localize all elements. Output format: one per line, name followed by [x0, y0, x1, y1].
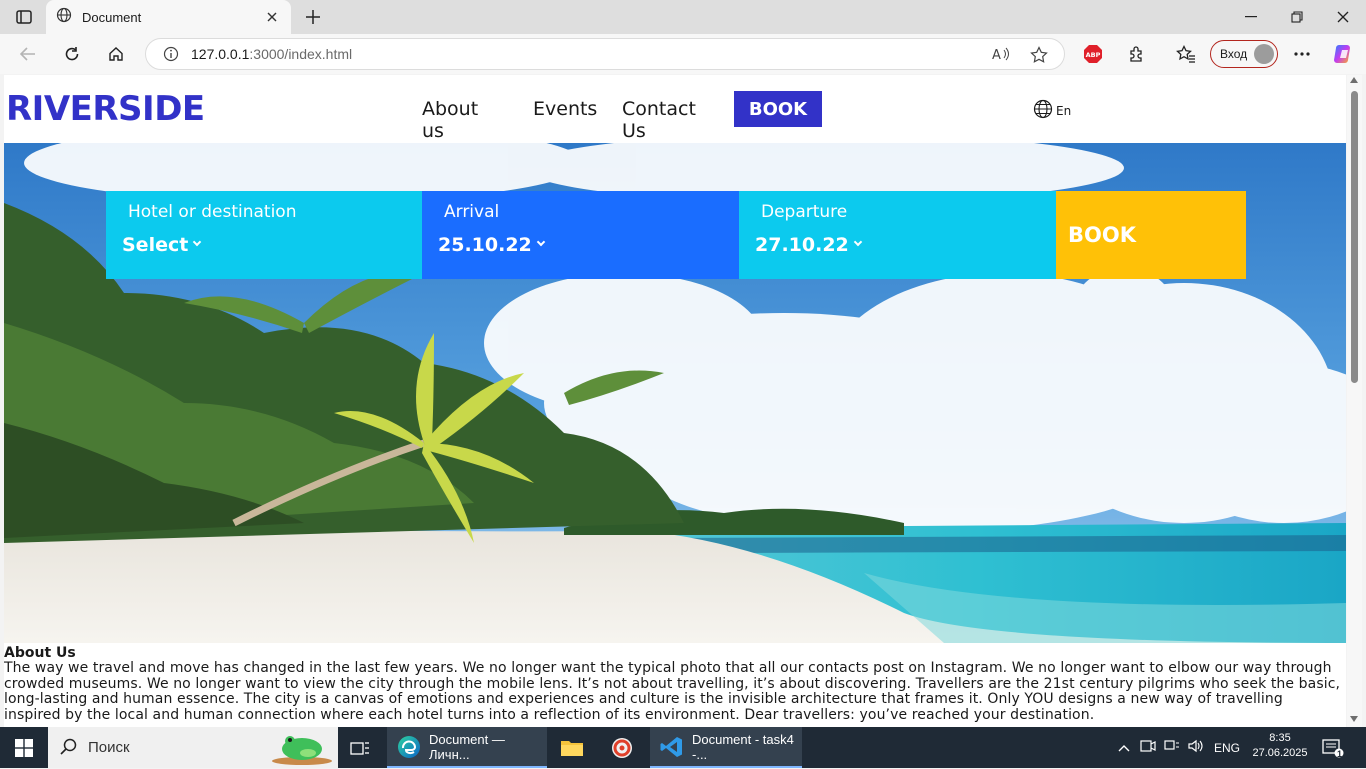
- chevron-up-icon[interactable]: [1118, 741, 1130, 755]
- minimize-icon[interactable]: [1228, 0, 1274, 34]
- favorites-list-icon[interactable]: [1171, 39, 1201, 69]
- back-icon[interactable]: [13, 39, 43, 69]
- language-label: En: [1056, 103, 1072, 118]
- svg-text:A: A: [992, 48, 1001, 62]
- tab-actions-icon[interactable]: [6, 4, 42, 30]
- arrival-label: Arrival: [444, 202, 500, 222]
- close-icon[interactable]: [263, 8, 281, 26]
- nav-book-button[interactable]: BOOK: [734, 91, 822, 127]
- copilot-icon[interactable]: [1329, 39, 1359, 69]
- info-icon[interactable]: [163, 46, 179, 62]
- hotel-value[interactable]: Select: [122, 234, 202, 256]
- read-aloud-icon[interactable]: A: [992, 46, 1010, 62]
- departure-value[interactable]: 27.10.22: [755, 234, 863, 256]
- taskbar-app-vscode[interactable]: Document - task4 -...: [650, 727, 802, 768]
- taskbar-clock[interactable]: 8:35 27.06.2025: [1250, 731, 1310, 761]
- arrival-value[interactable]: 25.10.22: [438, 234, 546, 256]
- taskbar-app-edge-label: Document — Личн...: [429, 731, 505, 762]
- notification-count: 1: [1337, 749, 1343, 759]
- globe-icon: [56, 7, 72, 27]
- nav-events[interactable]: Events: [533, 98, 597, 120]
- chevron-down-icon: [193, 237, 202, 247]
- arrival-select[interactable]: Arrival 25.10.22: [422, 191, 739, 279]
- svg-text:ABP: ABP: [1086, 51, 1101, 59]
- scroll-up-icon[interactable]: [1350, 77, 1358, 83]
- scroll-down-icon[interactable]: [1350, 716, 1358, 722]
- plus-icon[interactable]: [300, 4, 326, 30]
- taskbar-app-edge[interactable]: Document — Личн...: [387, 727, 547, 768]
- departure-label: Departure: [761, 202, 848, 222]
- browser-tab-bar: Document: [0, 0, 1366, 34]
- hotel-label: Hotel or destination: [128, 202, 297, 222]
- meet-icon[interactable]: [1140, 739, 1156, 756]
- frog-illustration-icon: [268, 731, 334, 769]
- site-logo[interactable]: RIVERSIDE: [6, 89, 205, 129]
- input-language[interactable]: ENG: [1214, 741, 1240, 755]
- booking-bar: Hotel or destination Select Arrival 25.1…: [106, 191, 1246, 279]
- windows-taskbar: Поиск Document — Личн... Document - task…: [0, 727, 1366, 768]
- extensions-icon[interactable]: [1122, 39, 1152, 69]
- url-text: 127.0.0.1:3000/index.html: [191, 46, 353, 62]
- page-scrollbar[interactable]: [1347, 75, 1362, 727]
- vscode-icon: [660, 735, 684, 759]
- notifications-icon[interactable]: 1: [1322, 727, 1344, 768]
- more-icon[interactable]: [1287, 39, 1317, 69]
- about-text: The way we travel and move has changed i…: [4, 660, 1341, 723]
- search-icon: [60, 737, 78, 759]
- departure-select[interactable]: Departure 27.10.22: [739, 191, 1056, 279]
- nav-about[interactable]: About us: [422, 98, 478, 142]
- site-header: RIVERSIDE About us Events Contact Us BOO…: [4, 75, 1346, 143]
- taskbar-search[interactable]: Поиск: [48, 727, 338, 768]
- system-tray: ENG: [1118, 727, 1240, 768]
- avatar: [1254, 44, 1274, 64]
- address-bar[interactable]: 127.0.0.1:3000/index.html A: [145, 38, 1065, 70]
- chevron-down-icon: [536, 237, 546, 247]
- chevron-down-icon: [853, 237, 863, 247]
- book-button[interactable]: BOOK: [1056, 191, 1246, 279]
- about-section: About Us The way we travel and move has …: [4, 643, 1346, 723]
- clock-time: 8:35: [1269, 732, 1291, 744]
- recovery-app-icon[interactable]: [602, 727, 642, 768]
- refresh-icon[interactable]: [57, 39, 87, 69]
- signin-button[interactable]: Вход: [1210, 40, 1278, 68]
- task-view-icon[interactable]: [346, 727, 376, 768]
- volume-icon[interactable]: [1188, 739, 1204, 756]
- adblock-icon[interactable]: ABP: [1078, 39, 1108, 69]
- windows-start-icon[interactable]: [0, 727, 48, 768]
- page-viewport: RIVERSIDE About us Events Contact Us BOO…: [4, 75, 1346, 727]
- maximize-icon[interactable]: [1274, 0, 1320, 34]
- scroll-thumb[interactable]: [1351, 91, 1358, 383]
- edge-icon: [397, 735, 421, 759]
- close-window-icon[interactable]: [1320, 0, 1366, 34]
- browser-toolbar: 127.0.0.1:3000/index.html A ABP Вход: [0, 34, 1366, 74]
- globe-icon: [1033, 99, 1053, 122]
- home-icon[interactable]: [101, 39, 131, 69]
- file-explorer-icon[interactable]: [552, 727, 592, 768]
- clock-date: 27.06.2025: [1252, 747, 1308, 759]
- signin-label: Вход: [1220, 47, 1248, 61]
- tab-title: Document: [82, 9, 142, 25]
- nav-contact[interactable]: Contact Us: [622, 98, 696, 142]
- search-placeholder: Поиск: [88, 739, 130, 756]
- taskbar-app-vscode-label: Document - task4 -...: [692, 731, 794, 762]
- hotel-select[interactable]: Hotel or destination Select: [106, 191, 422, 279]
- network-icon[interactable]: [1164, 739, 1180, 756]
- language-switcher[interactable]: En: [1033, 99, 1071, 122]
- favorite-icon[interactable]: [1030, 46, 1048, 64]
- browser-tab[interactable]: Document: [46, 0, 291, 34]
- about-title: About Us: [4, 645, 76, 661]
